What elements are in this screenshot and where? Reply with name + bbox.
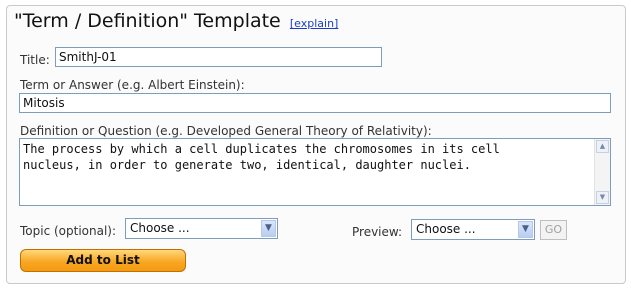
preview-selected-value: Choose ... xyxy=(416,222,476,236)
title-label: Title: xyxy=(20,53,50,67)
arrow-up-icon[interactable]: ▲ xyxy=(596,140,609,153)
title-input[interactable] xyxy=(55,47,382,67)
page-title: "Term / Definition" Template xyxy=(14,10,281,32)
explain-link[interactable]: [explain] xyxy=(290,17,338,30)
arrow-down-icon[interactable]: ▼ xyxy=(596,191,609,204)
topic-selected-value: Choose ... xyxy=(130,221,190,235)
go-button[interactable]: GO xyxy=(540,220,567,240)
preview-label: Preview: xyxy=(352,225,403,239)
add-to-list-button[interactable]: Add to List xyxy=(20,249,186,272)
topic-select[interactable]: Choose ... ▼ xyxy=(125,218,278,239)
topic-label: Topic (optional): xyxy=(20,224,117,238)
preview-select[interactable]: Choose ... ▼ xyxy=(411,219,535,240)
definition-label: Definition or Question (e.g. Developed G… xyxy=(20,124,432,138)
chevron-down-icon[interactable]: ▼ xyxy=(518,221,533,238)
term-label: Term or Answer (e.g. Albert Einstein): xyxy=(20,78,245,92)
chevron-down-icon[interactable]: ▼ xyxy=(261,220,276,237)
definition-scrollbar[interactable]: ▲ ▼ xyxy=(594,139,610,205)
definition-text[interactable]: The process by which a cell duplicates t… xyxy=(23,141,590,173)
definition-textarea[interactable]: The process by which a cell duplicates t… xyxy=(19,138,611,206)
title-row: "Term / Definition" Template [explain] xyxy=(14,10,338,32)
term-input[interactable] xyxy=(19,93,611,113)
